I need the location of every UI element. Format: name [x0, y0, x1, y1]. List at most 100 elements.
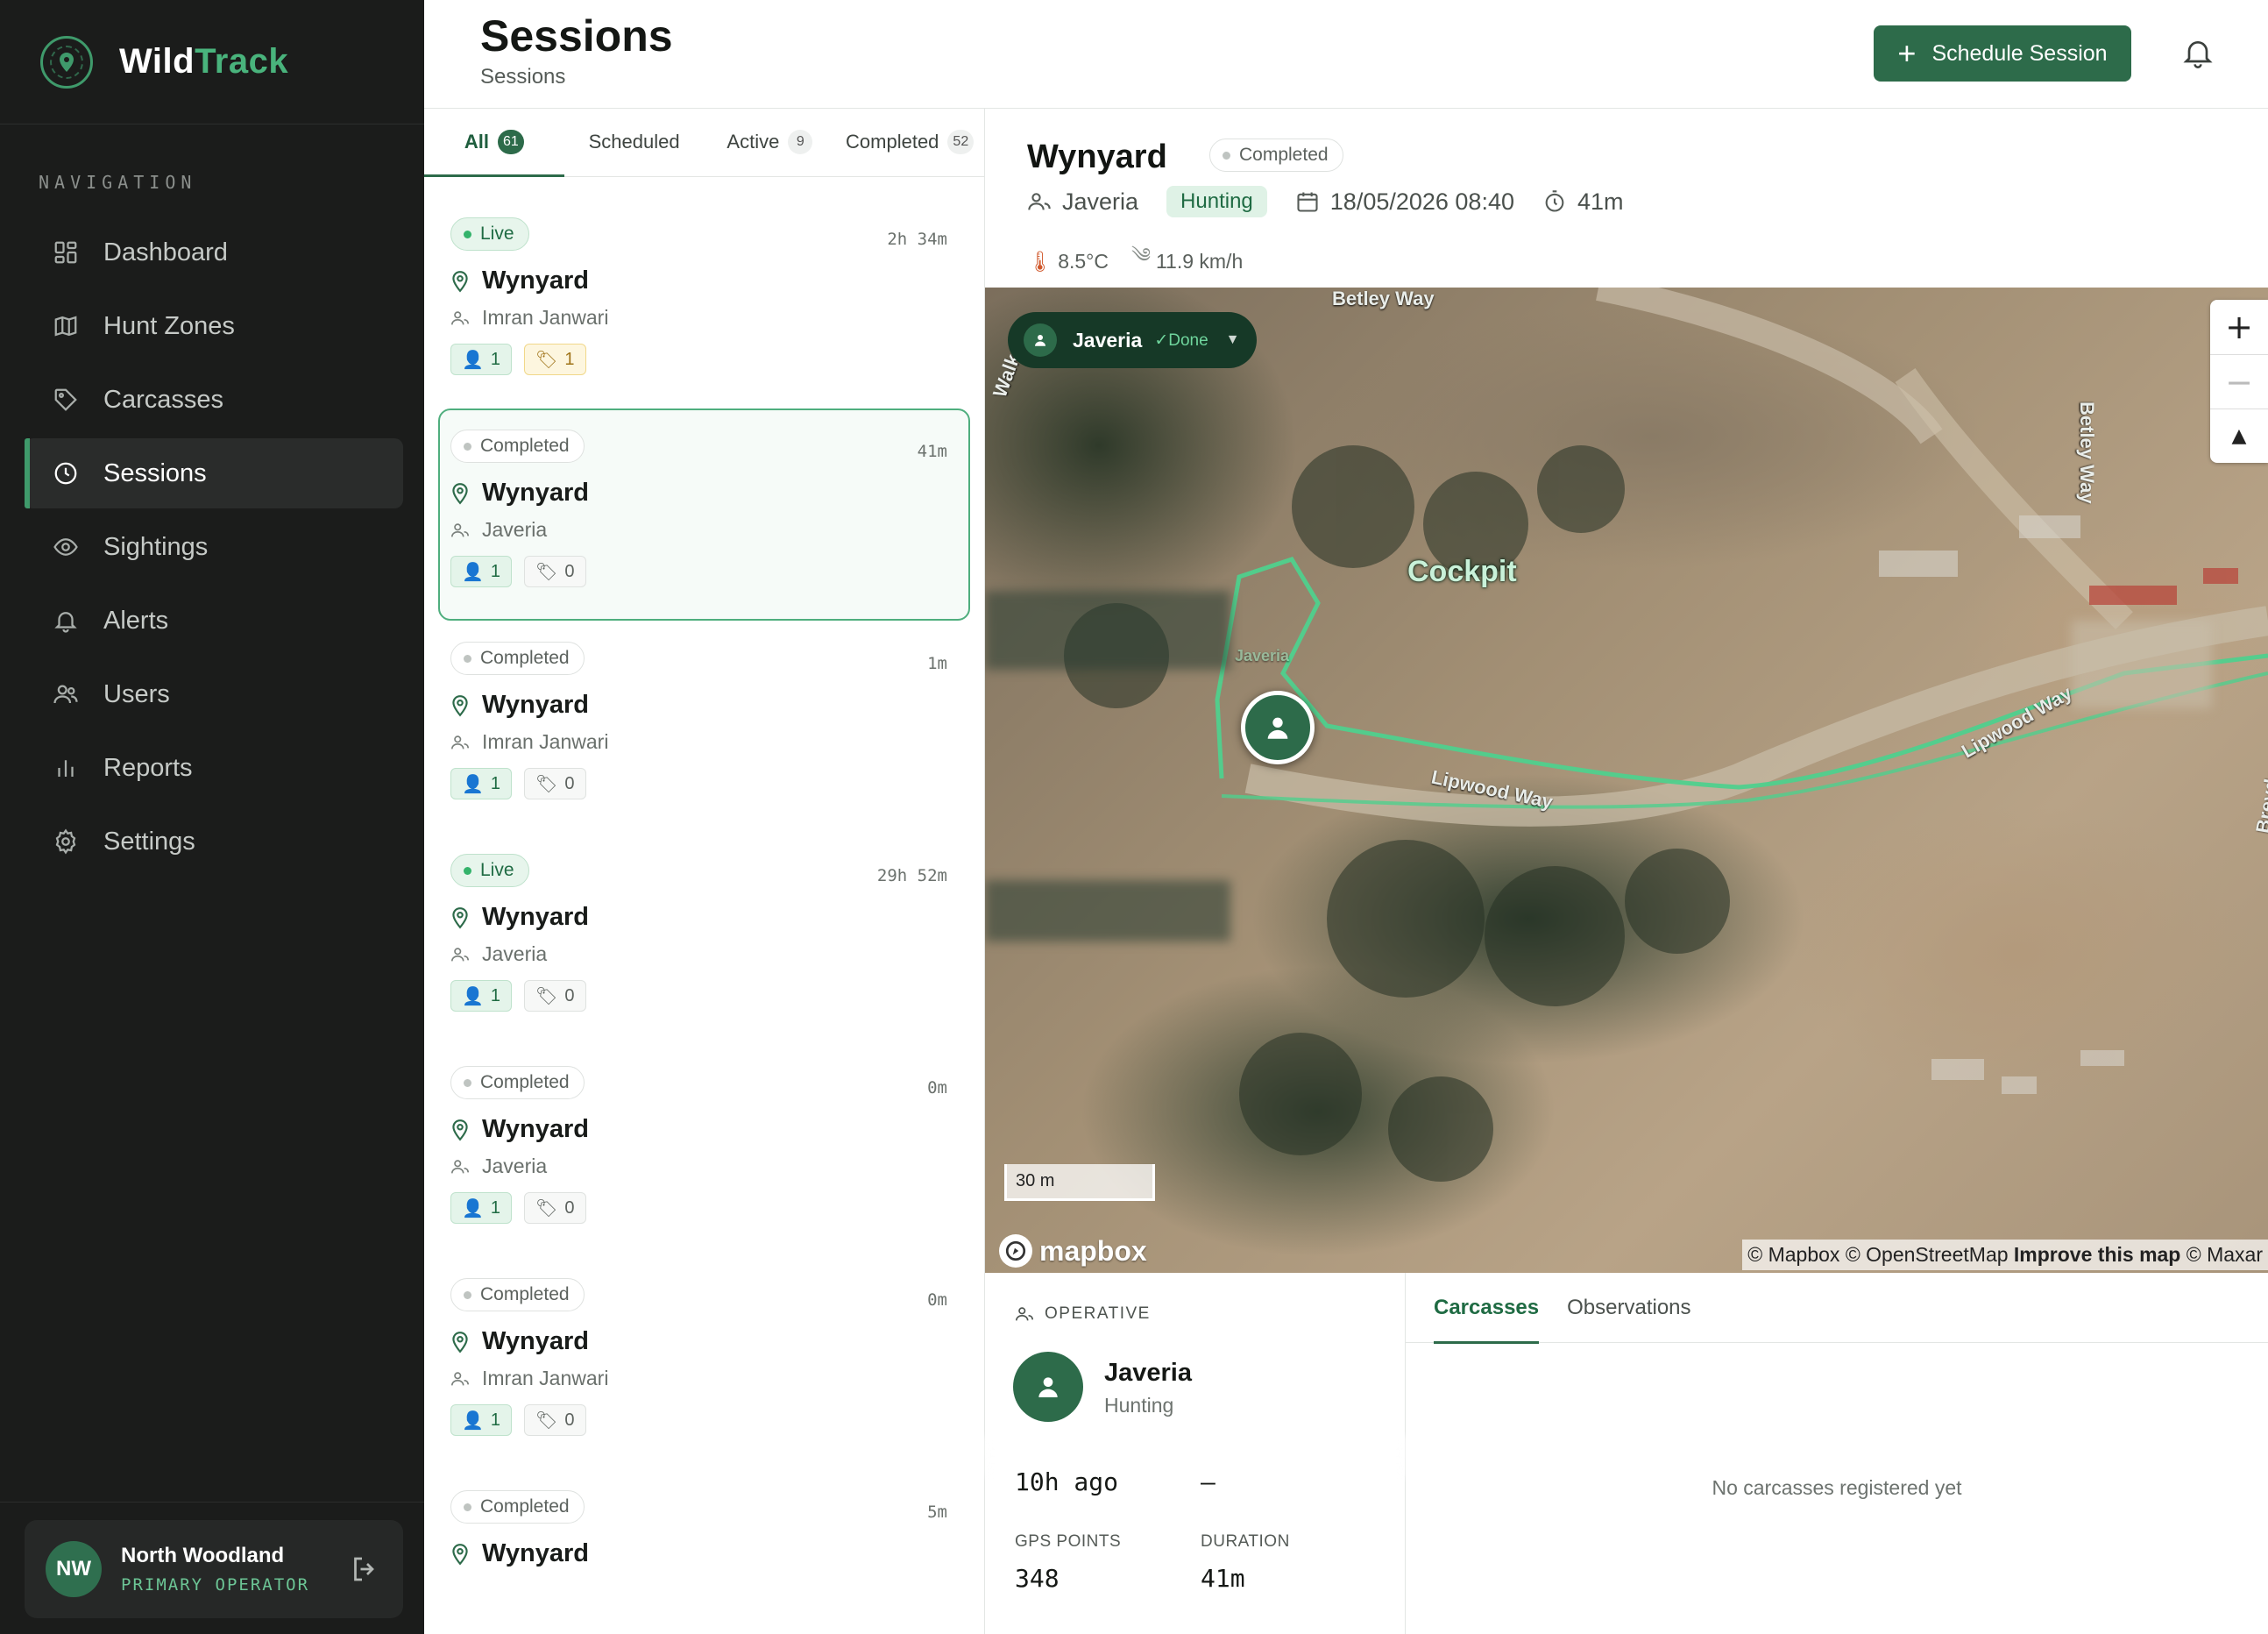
session-chips: 👤 1 🏷 0	[450, 1404, 968, 1436]
detail-header: Wynyard Completed Javeria Hunting 18/05/…	[985, 109, 2268, 288]
improve-map-link[interactable]: Improve this map	[2014, 1243, 2180, 1266]
session-card[interactable]: Completed 0m Wynyard Javeria 👤 1 🏷 0	[438, 1045, 970, 1257]
sidebar-item-dashboard[interactable]: Dashboard	[25, 217, 403, 288]
sidebar-item-label: Sessions	[103, 458, 207, 487]
status-badge: Completed	[450, 430, 585, 463]
brand-name: WildTrack	[119, 42, 289, 81]
mapbox-logo-icon	[999, 1234, 1032, 1268]
session-location: Wynyard	[450, 479, 968, 508]
operative-selector[interactable]: Javeria ✓Done ▼	[1008, 312, 1257, 368]
sidebar-item-sightings[interactable]: Sightings	[25, 512, 403, 582]
divider	[0, 1502, 424, 1503]
sidebar-item-hunt-zones[interactable]: Hunt Zones	[25, 291, 403, 361]
elapsed-time: 5m	[927, 1503, 947, 1522]
session-operative: Imran Janwari	[450, 730, 968, 754]
bell-icon	[51, 606, 81, 636]
schedule-session-label: Schedule Session	[1931, 40, 2108, 66]
breadcrumb: Sessions	[480, 65, 566, 89]
operative-selector-name: Javeria	[1073, 328, 1143, 352]
person-icon	[1038, 1377, 1058, 1397]
sidebar-item-users[interactable]: Users	[25, 659, 403, 729]
location-pin-icon	[452, 1119, 468, 1140]
session-card[interactable]: Completed 5m Wynyard	[438, 1469, 970, 1634]
session-map[interactable]: Betley Way Betley Way Lipwood Way Lipwoo…	[985, 288, 2268, 1273]
logout-icon[interactable]	[349, 1553, 380, 1585]
sidebar-item-label: Reports	[103, 753, 193, 782]
zoom-out-button[interactable]: −	[2210, 354, 2268, 408]
avatar	[1013, 1352, 1083, 1422]
session-operative: Javeria	[450, 942, 968, 966]
sidebar-item-label: Sightings	[103, 532, 209, 561]
tab-scheduled[interactable]: Scheduled	[564, 109, 705, 176]
people-count-chip: 👤 1	[450, 768, 513, 799]
last-seen-value: 10h ago	[1015, 1467, 1119, 1496]
session-filter-tabs: All 61 Scheduled Active 9 Completed 52	[424, 109, 984, 177]
user-card[interactable]: NW North Woodland PRIMARY OPERATOR	[25, 1520, 403, 1618]
tab-all[interactable]: All 61	[424, 109, 564, 177]
brand[interactable]: WildTrack	[0, 0, 424, 124]
operative-selector-status: ✓Done	[1154, 330, 1208, 350]
users-icon	[1016, 1307, 1033, 1321]
status-badge: Completed	[450, 1066, 585, 1099]
map-zoom-controls: + − ▲	[2210, 300, 2268, 463]
operative-heading: OPERATIVE	[1015, 1304, 1151, 1324]
elapsed-time: 29h 52m	[876, 866, 947, 885]
session-chips: 👤 1 🏷 0	[450, 768, 968, 799]
tab-label: All	[464, 131, 490, 153]
session-card[interactable]: Completed 0m Wynyard Imran Janwari 👤 1 🏷 0	[438, 1257, 970, 1469]
notifications-bell-icon[interactable]	[2180, 33, 2215, 72]
session-card[interactable]: Live 2h 34m Wynyard Imran Janwari 👤 1 🏷 1	[438, 196, 970, 408]
tab-carcasses[interactable]: Carcasses	[1434, 1273, 1540, 1344]
marker-tooltip: Javeria	[1235, 647, 1290, 664]
session-card[interactable]: Completed 1m Wynyard Imran Janwari 👤 1 🏷 0	[438, 621, 970, 833]
tag-count-chip: 🏷 0	[524, 1192, 586, 1224]
sidebar-item-reports[interactable]: Reports	[25, 733, 403, 803]
tab-count: 52	[947, 130, 975, 154]
sidebar-item-alerts[interactable]: Alerts	[25, 586, 403, 656]
tag-count-chip: 🏷 0	[524, 1404, 586, 1436]
operative-panel: OPERATIVE Javeria Hunting 10h ago — GPS …	[985, 1273, 1406, 1634]
people-count-chip: 👤 1	[450, 1404, 513, 1436]
session-card[interactable]: Live 29h 52m Wynyard Javeria 👤 1 🏷 0	[438, 833, 970, 1045]
users-icon	[451, 947, 469, 961]
users-icon	[51, 679, 81, 709]
sidebar: WildTrack NAVIGATION Dashboard Hunt Zone…	[0, 0, 424, 1634]
sidebar-nav: Dashboard Hunt Zones Carcasses Sessions …	[0, 217, 424, 877]
compass-button[interactable]: ▲	[2210, 408, 2268, 463]
sidebar-item-label: Dashboard	[103, 238, 228, 266]
operative-map-marker[interactable]	[1241, 691, 1315, 764]
person-icon	[1024, 323, 1057, 357]
tab-observations[interactable]: Observations	[1567, 1273, 1690, 1343]
sidebar-item-sessions[interactable]: Sessions	[25, 438, 403, 508]
status-badge: Live	[450, 217, 529, 251]
location-pin-icon	[452, 906, 468, 928]
bar-chart-icon	[51, 753, 81, 783]
session-location: Wynyard	[450, 1115, 968, 1144]
session-card-selected[interactable]: Completed 41m Wynyard Javeria 👤 1 🏷 0	[438, 408, 970, 621]
gps-points-stat: GPS POINTS 348	[1015, 1532, 1122, 1593]
zoom-in-button[interactable]: +	[2210, 300, 2268, 354]
sidebar-item-label: Users	[103, 679, 170, 708]
session-location: Wynyard	[450, 266, 968, 295]
mapbox-logo[interactable]: mapbox	[999, 1234, 1147, 1268]
road-label: Betley Way	[2076, 401, 2098, 504]
people-count-chip: 👤 1	[450, 344, 513, 375]
meta-datetime: 18/05/2026 08:40	[1295, 188, 1514, 216]
session-meta: Javeria Hunting 18/05/2026 08:40 41m	[1027, 186, 1652, 217]
avatar: NW	[46, 1541, 102, 1597]
status-badge: Live	[450, 854, 529, 887]
schedule-session-button[interactable]: + Schedule Session	[1874, 25, 2131, 82]
tab-active[interactable]: Active 9	[705, 109, 836, 176]
detail-bottom: OPERATIVE Javeria Hunting 10h ago — GPS …	[985, 1273, 2268, 1634]
session-location: Wynyard	[450, 1539, 968, 1568]
session-chips: 👤 1 🏷 0	[450, 1192, 968, 1224]
map-icon	[51, 311, 81, 341]
map-attribution[interactable]: © Mapbox © OpenStreetMap Improve this ma…	[1742, 1240, 2268, 1270]
sidebar-item-carcasses[interactable]: Carcasses	[25, 365, 403, 435]
meta-duration: 41m	[1542, 188, 1624, 216]
tab-completed[interactable]: Completed 52	[835, 109, 984, 176]
chevron-down-icon: ▼	[1225, 332, 1240, 347]
sidebar-item-settings[interactable]: Settings	[25, 806, 403, 877]
grid-icon	[51, 238, 81, 267]
session-detail: Wynyard Completed Javeria Hunting 18/05/…	[985, 109, 2268, 1634]
